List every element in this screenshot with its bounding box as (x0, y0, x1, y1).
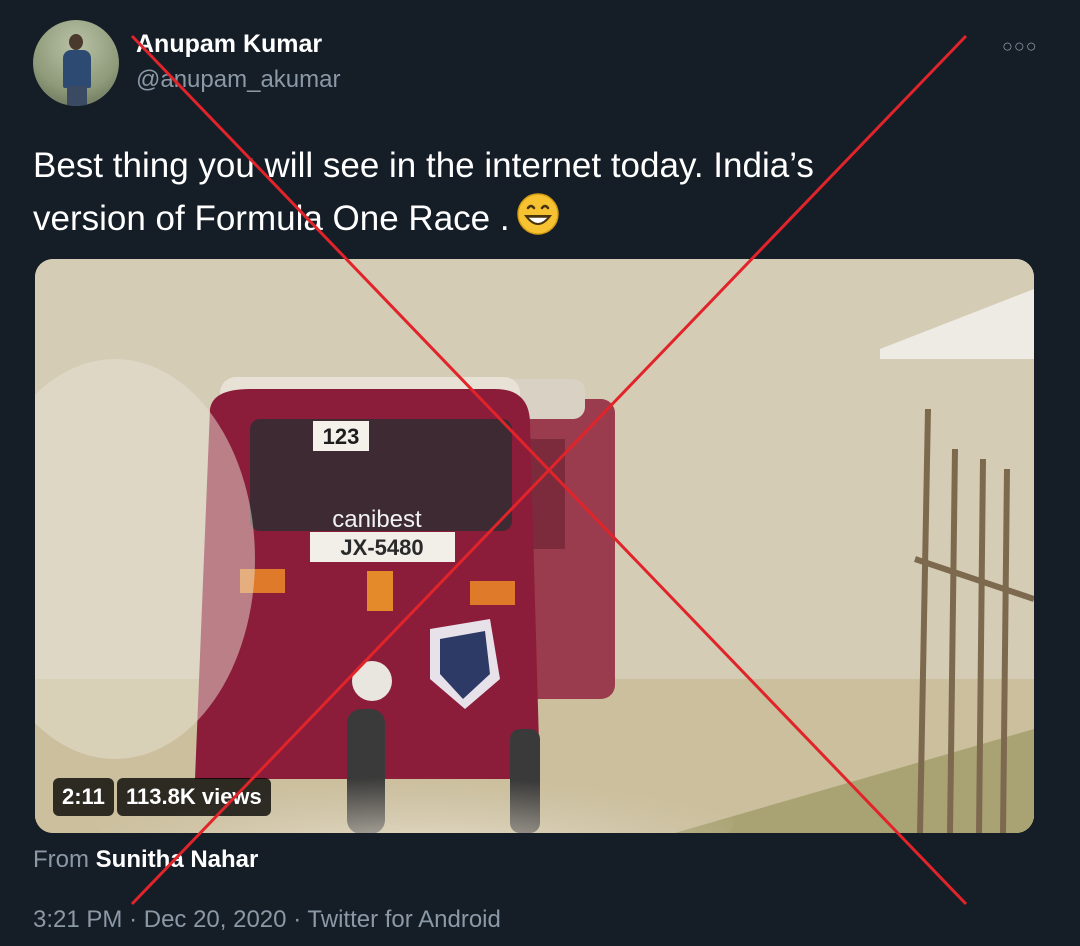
windshield-brand: canibest (332, 506, 422, 533)
tweet-date[interactable]: Dec 20, 2020 (144, 906, 287, 933)
tweet-metadata: 3:21 PM · Dec 20, 2020 · Twitter for And… (33, 906, 501, 934)
author-handle[interactable]: @anupam_akumar (136, 66, 340, 94)
author-display-name[interactable]: Anupam Kumar (136, 30, 322, 59)
avatar-torso (63, 50, 91, 88)
tweet-text-line-1: Best thing you will see in the internet … (33, 146, 814, 185)
view-count-badge: 113.8K views (117, 778, 271, 816)
vehicle-number: 123 (323, 424, 360, 449)
meta-separator: · (129, 906, 138, 933)
tweet-text: Best thing you will see in the internet … (33, 140, 933, 251)
tweet-card: Anupam Kumar @anupam_akumar ○○○ Best thi… (0, 0, 1080, 946)
grinning-face-emoji-icon (516, 192, 560, 251)
tweet-text-line-2: version of Formula One Race . (33, 199, 510, 238)
avatar[interactable] (33, 20, 119, 106)
media-attribution: From Sunitha Nahar (33, 846, 258, 874)
meta-separator: · (293, 906, 302, 933)
more-icon[interactable]: ○○○ (1002, 36, 1038, 57)
video-frame: 123 canibest JX-5480 (35, 259, 1034, 833)
tweet-time[interactable]: 3:21 PM (33, 906, 122, 933)
avatar-legs (67, 86, 87, 106)
video-duration-badge: 2:11 (53, 778, 114, 816)
avatar-head (69, 34, 83, 50)
from-label: From (33, 846, 89, 873)
license-plate: JX-5480 (340, 535, 423, 560)
video-thumbnail[interactable]: 123 canibest JX-5480 (35, 259, 1034, 833)
tweet-source[interactable]: Twitter for Android (307, 906, 500, 933)
media-author-link[interactable]: Sunitha Nahar (96, 846, 259, 873)
